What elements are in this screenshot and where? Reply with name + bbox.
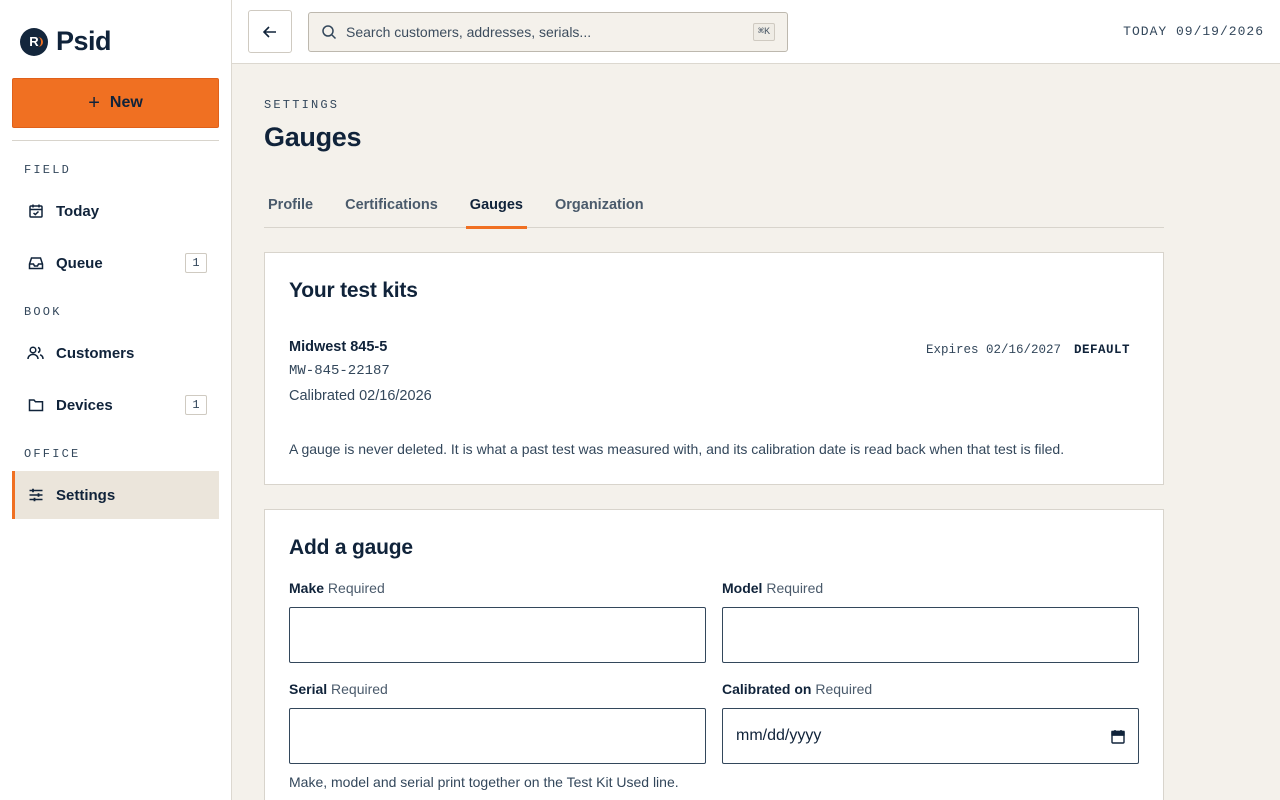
gauge-print-hint: Make, model and serial print together on… — [289, 774, 679, 790]
tab-profile[interactable]: Profile — [264, 182, 317, 228]
add-gauge-title: Add a gauge — [289, 536, 413, 559]
sidebar: R Psid + New FIELD Today Queue 1 BOOK Cu… — [0, 0, 232, 800]
sidebar-item-label: Customers — [56, 344, 135, 362]
queue-count-badge: 1 — [185, 253, 207, 273]
default-badge: DEFAULT — [1073, 343, 1130, 357]
brand-name: Psid — [56, 26, 112, 56]
inbox-icon — [27, 255, 44, 272]
add-gauge-card: Add a gauge Make Required Model Required… — [264, 509, 1164, 800]
search-shortcut-hint: ⌘K — [752, 23, 775, 41]
folder-icon — [27, 397, 44, 414]
date-placeholder: mm/dd/yyyy — [736, 727, 822, 744]
calibrated-on-date-field[interactable]: mm/dd/yyyy — [722, 708, 1139, 764]
section-label-office: OFFICE — [24, 447, 81, 461]
back-button[interactable] — [248, 10, 292, 53]
brand-logo-icon: R — [20, 27, 48, 56]
search-input[interactable] — [346, 24, 736, 40]
sidebar-item-settings[interactable]: Settings — [12, 471, 219, 519]
kit-calibrated-date: Calibrated 02/16/2026 — [289, 388, 432, 404]
gauge-retention-note: A gauge is never deleted. It is what a p… — [289, 441, 1065, 457]
tab-gauges[interactable]: Gauges — [465, 182, 528, 229]
tab-certifications[interactable]: Certifications — [341, 182, 442, 228]
section-label-book: BOOK — [24, 305, 62, 319]
plus-icon: + — [88, 92, 100, 114]
users-icon — [27, 345, 44, 362]
model-label: Model Required — [722, 580, 824, 596]
search-icon — [322, 25, 337, 40]
kit-serial: MW-845-22187 — [289, 363, 390, 379]
sidebar-item-queue[interactable]: Queue 1 — [12, 239, 219, 287]
sidebar-divider — [12, 140, 219, 141]
calendar-check-icon — [27, 203, 44, 220]
test-kits-title: Your test kits — [289, 279, 418, 302]
calibrated-on-label: Calibrated on Required — [722, 681, 873, 697]
sidebar-item-today[interactable]: Today — [12, 187, 219, 235]
sidebar-item-label: Today — [56, 202, 100, 220]
make-label: Make Required — [289, 580, 385, 596]
top-bar: ⌘K TODAY 09/19/2026 — [232, 0, 1280, 64]
make-field[interactable] — [289, 607, 706, 663]
kit-make-model: Midwest 845-5 — [289, 339, 388, 355]
kit-expires: Expires 02/16/2027 — [925, 343, 1061, 357]
new-button-label: New — [109, 94, 143, 111]
devices-count-badge: 1 — [185, 395, 207, 415]
section-label-field: FIELD — [24, 163, 72, 177]
calendar-icon[interactable] — [1111, 729, 1125, 744]
search-bar[interactable]: ⌘K — [308, 12, 788, 52]
new-button[interactable]: + New — [12, 78, 219, 128]
sliders-icon — [27, 487, 44, 504]
sidebar-item-label: Queue — [56, 254, 103, 272]
test-kits-card: Your test kits Midwest 845-5 MW-845-2218… — [264, 252, 1164, 485]
page-title: Gauges — [264, 122, 362, 152]
sidebar-item-label: Settings — [56, 486, 116, 504]
breadcrumb: SETTINGS — [264, 98, 340, 112]
settings-tabs: Profile Certifications Gauges Organizati… — [264, 182, 1164, 229]
tab-organization[interactable]: Organization — [551, 182, 648, 228]
serial-field[interactable] — [289, 708, 706, 764]
sidebar-item-customers[interactable]: Customers — [12, 329, 219, 377]
arrow-left-icon — [263, 25, 276, 38]
sidebar-item-devices[interactable]: Devices 1 — [12, 381, 219, 429]
sidebar-item-label: Devices — [56, 396, 113, 414]
serial-label: Serial Required — [289, 681, 388, 697]
today-date: TODAY 09/19/2026 — [1123, 24, 1264, 39]
model-field[interactable] — [722, 607, 1139, 663]
brand[interactable]: R Psid — [20, 26, 112, 57]
